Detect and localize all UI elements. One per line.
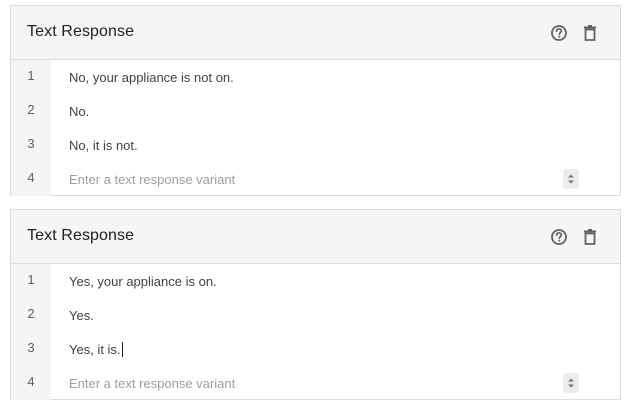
delete-icon[interactable] bbox=[580, 23, 600, 43]
response-text[interactable]: Yes, your appliance is on. bbox=[69, 274, 217, 289]
row-number: 3 bbox=[27, 136, 35, 151]
response-text[interactable]: No. bbox=[69, 104, 89, 119]
stepper-icon[interactable] bbox=[563, 373, 579, 393]
row-number: 4 bbox=[27, 170, 35, 185]
card-title: Text Response bbox=[27, 227, 135, 244]
response-text-active[interactable]: Yes, it is. bbox=[69, 342, 123, 357]
response-text[interactable]: Yes. bbox=[69, 308, 94, 323]
response-variant-input[interactable] bbox=[69, 168, 559, 190]
row-number: 1 bbox=[27, 68, 35, 83]
delete-icon[interactable] bbox=[580, 227, 600, 247]
response-rows: 1 Yes, your appliance is on. 2 Yes. 3 Ye… bbox=[11, 264, 620, 400]
row-number: 2 bbox=[27, 102, 35, 117]
new-response-row[interactable]: 4 bbox=[11, 366, 620, 400]
text-response-card: Text Response 1 Yes, your appliance is o… bbox=[10, 209, 621, 400]
help-icon[interactable] bbox=[549, 227, 569, 247]
text-cursor bbox=[121, 342, 123, 357]
card-header: Text Response bbox=[11, 210, 620, 264]
text-response-card: Text Response 1 No, your appliance is no… bbox=[10, 5, 621, 196]
response-row[interactable]: 1 No, your appliance is not on. bbox=[11, 60, 620, 94]
response-row[interactable]: 1 Yes, your appliance is on. bbox=[11, 264, 620, 298]
stepper-icon[interactable] bbox=[563, 169, 579, 189]
response-variant-input[interactable] bbox=[69, 372, 559, 394]
response-row[interactable]: 2 No. bbox=[11, 94, 620, 128]
card-title: Text Response bbox=[27, 23, 135, 40]
row-number: 3 bbox=[27, 340, 35, 355]
response-row[interactable]: 2 Yes. bbox=[11, 298, 620, 332]
response-rows: 1 No, your appliance is not on. 2 No. 3 … bbox=[11, 60, 620, 196]
response-text[interactable]: No, your appliance is not on. bbox=[69, 70, 234, 85]
response-row[interactable]: 3 No, it is not. bbox=[11, 128, 620, 162]
new-response-row[interactable]: 4 bbox=[11, 162, 620, 196]
row-number: 4 bbox=[27, 374, 35, 389]
row-number: 1 bbox=[27, 272, 35, 287]
response-text-value: Yes, it is. bbox=[69, 342, 121, 357]
row-number: 2 bbox=[27, 306, 35, 321]
card-header: Text Response bbox=[11, 6, 620, 60]
response-row[interactable]: 3 Yes, it is. bbox=[11, 332, 620, 366]
response-text[interactable]: No, it is not. bbox=[69, 138, 138, 153]
help-icon[interactable] bbox=[549, 23, 569, 43]
